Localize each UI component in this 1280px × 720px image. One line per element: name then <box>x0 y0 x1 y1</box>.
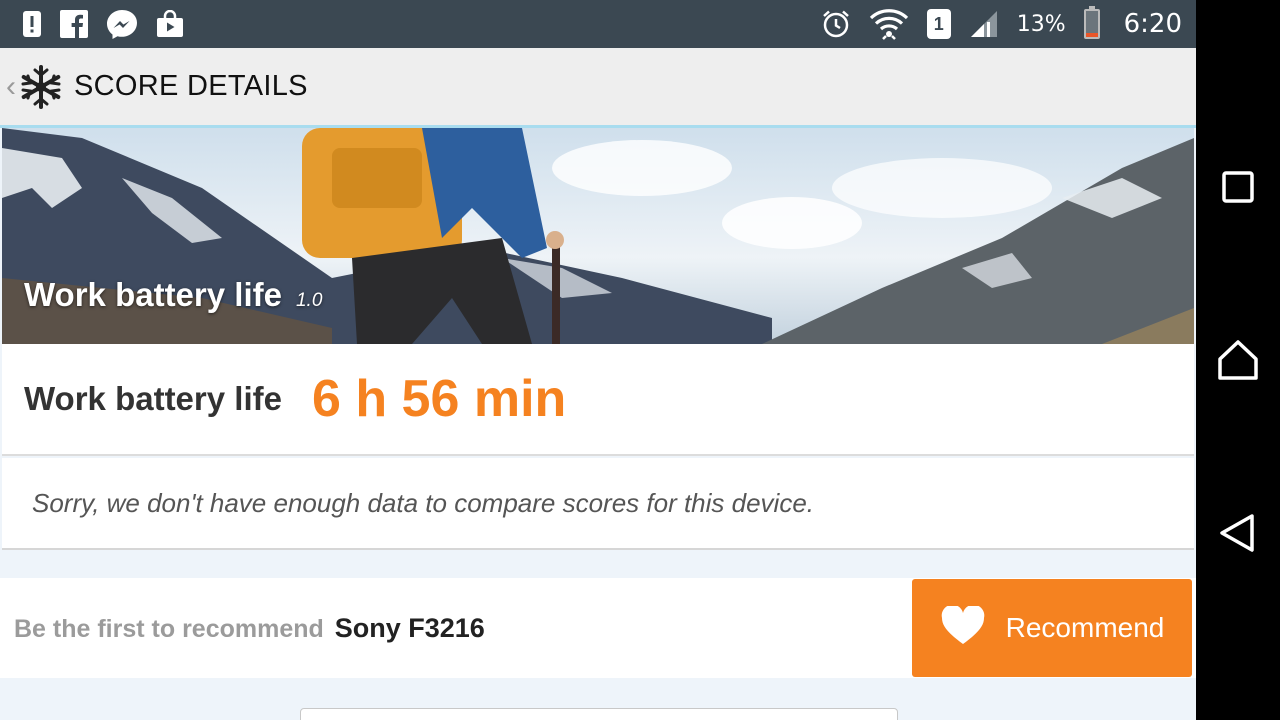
heart-icon <box>940 604 986 651</box>
hero-banner: Work battery life 1.0 <box>2 128 1194 344</box>
battery-percent: 13% <box>1016 11 1066 37</box>
status-notifications <box>22 9 184 39</box>
status-system: 1 13% 6:20 <box>821 6 1182 40</box>
compare-message: Sorry, we don't have enough data to comp… <box>32 487 815 518</box>
alert-icon <box>22 10 42 38</box>
shopping-bag-icon <box>156 10 184 38</box>
alarm-icon <box>821 9 851 39</box>
compare-card: Sorry, we don't have enough data to comp… <box>2 458 1194 550</box>
wifi-icon <box>869 8 909 40</box>
battery-icon <box>1083 6 1100 39</box>
status-bar: 1 13% 6:20 <box>0 0 1196 48</box>
recommend-button-label: Recommend <box>1005 612 1165 643</box>
nav-bar <box>1196 0 1280 720</box>
page-title: SCORE DETAILS <box>74 70 308 102</box>
snowflake-logo-icon[interactable] <box>18 64 64 110</box>
messenger-icon <box>106 9 138 39</box>
recommend-button[interactable]: Recommend <box>912 579 1192 677</box>
recommend-prefix: Be the first to recommend <box>14 614 324 643</box>
clock: 6:20 <box>1123 9 1182 39</box>
screen: 1 13% 6:20 ‹ SCORE DETAILS Work battery … <box>0 0 1280 720</box>
hero-caption: Work battery life 1.0 <box>24 276 322 314</box>
score-label: Work battery life <box>24 380 282 417</box>
facebook-icon <box>60 10 88 38</box>
recommend-strip: Be the first to recommend Sony F3216 Rec… <box>0 578 1196 678</box>
recents-icon[interactable] <box>1208 157 1268 217</box>
score-card: Work battery life 6 h 56 min <box>2 344 1194 456</box>
sim-icon: 1 <box>926 9 951 39</box>
next-card-edge <box>300 708 898 720</box>
hero-version: 1.0 <box>295 290 323 311</box>
signal-icon <box>969 10 999 38</box>
back-chevron-icon[interactable]: ‹ <box>6 70 16 104</box>
home-icon[interactable] <box>1208 330 1268 390</box>
back-icon[interactable] <box>1208 503 1268 563</box>
recommend-text: Be the first to recommend Sony F3216 <box>14 613 485 644</box>
score-value: 6 h 56 min <box>311 370 567 428</box>
app-bar: ‹ SCORE DETAILS <box>0 48 1196 128</box>
device-name: Sony F3216 <box>334 612 485 643</box>
hero-title: Work battery life <box>24 276 282 313</box>
